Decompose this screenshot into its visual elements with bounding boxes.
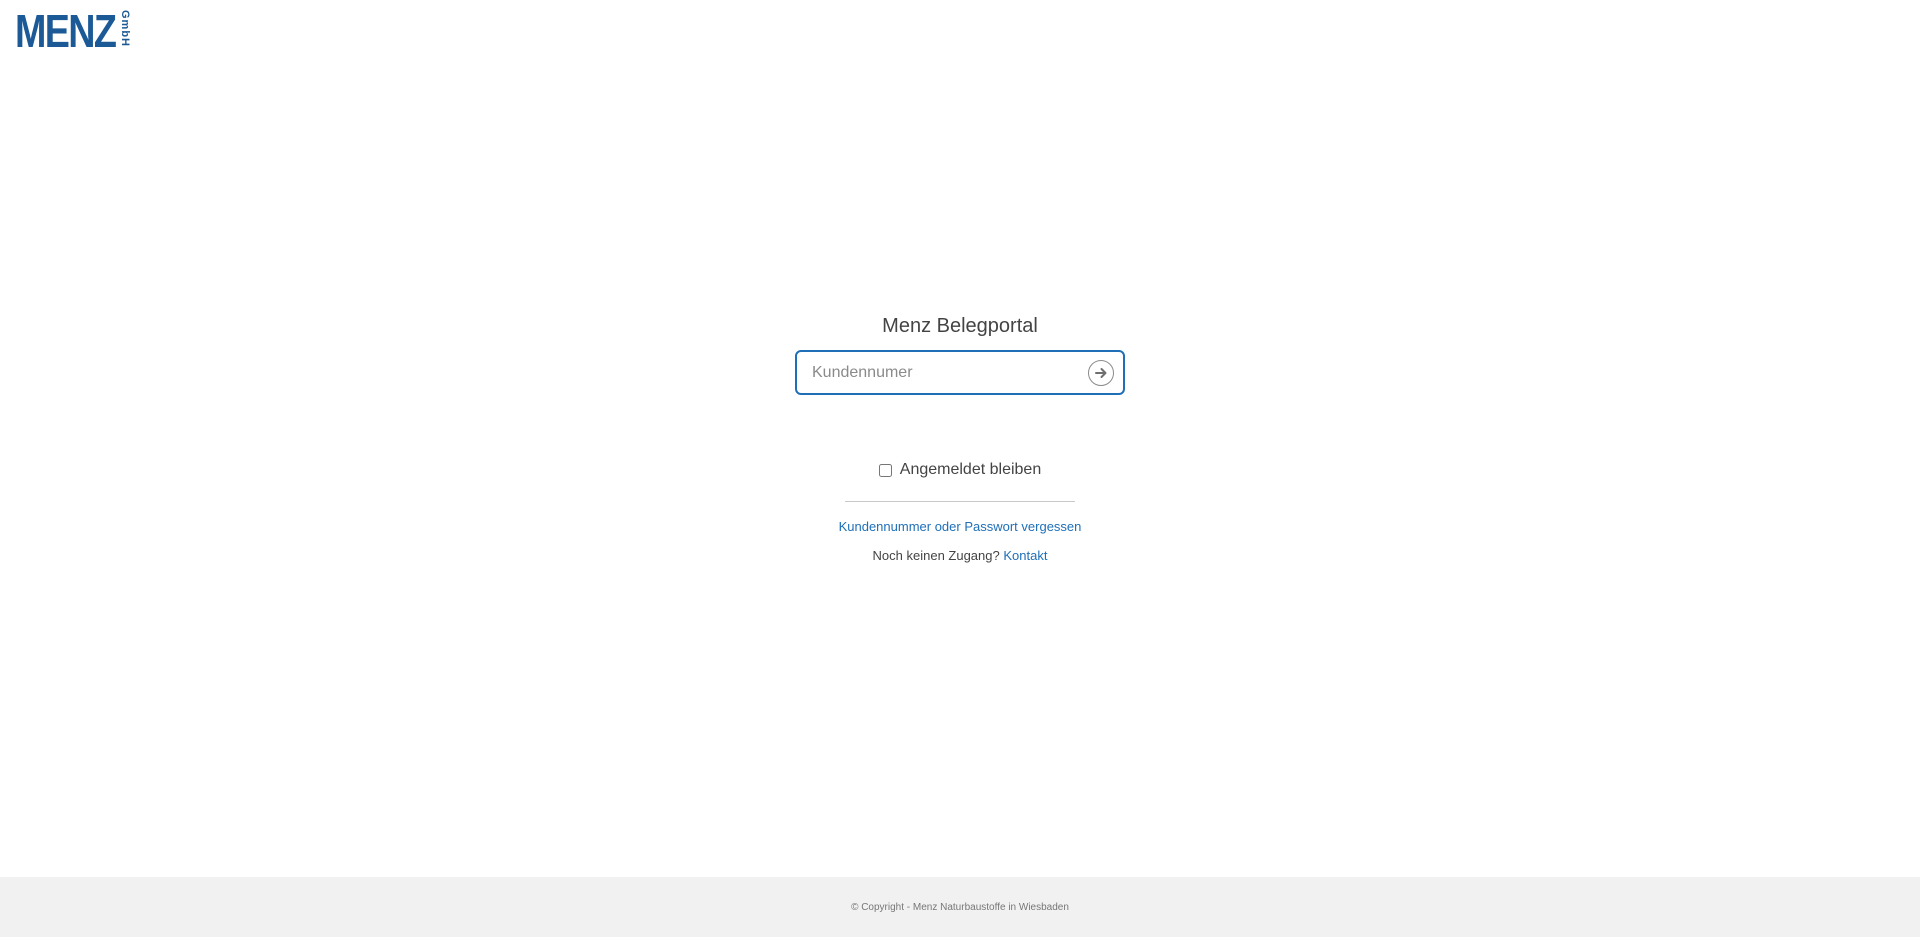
copyright-text: © Copyright - Menz Naturbaustoffe in Wie…	[851, 901, 1069, 913]
divider	[845, 501, 1075, 502]
remember-me-row[interactable]: Angemeldet bleiben	[795, 461, 1125, 479]
logo-wordmark: MENZ	[15, 5, 117, 57]
company-logo[interactable]: MENZ GmbH	[15, 5, 131, 57]
login-form: Menz Belegportal Angemeldet bleiben Kund…	[795, 312, 1125, 563]
login-page: MENZ GmbH Menz Belegportal Angemeldet bl…	[0, 0, 1920, 937]
contact-link[interactable]: Kontakt	[1003, 548, 1047, 563]
no-access-text: Noch keinen Zugang?	[872, 548, 1000, 563]
submit-button[interactable]	[1088, 360, 1114, 386]
forgot-credentials-link[interactable]: Kundennummer oder Passwort vergessen	[839, 519, 1082, 534]
remember-me-label[interactable]: Angemeldet bleiben	[900, 461, 1041, 479]
page-title: Menz Belegportal	[882, 315, 1038, 337]
arrow-right-circle-icon	[1095, 368, 1107, 378]
customer-number-field-wrapper	[795, 350, 1125, 395]
footer: © Copyright - Menz Naturbaustoffe in Wie…	[0, 877, 1920, 937]
remember-me-checkbox[interactable]	[878, 463, 892, 477]
logo-suffix: GmbH	[119, 10, 131, 47]
customer-number-input[interactable]	[797, 352, 1123, 393]
no-access-line: Noch keinen Zugang? Kontakt	[795, 548, 1125, 563]
